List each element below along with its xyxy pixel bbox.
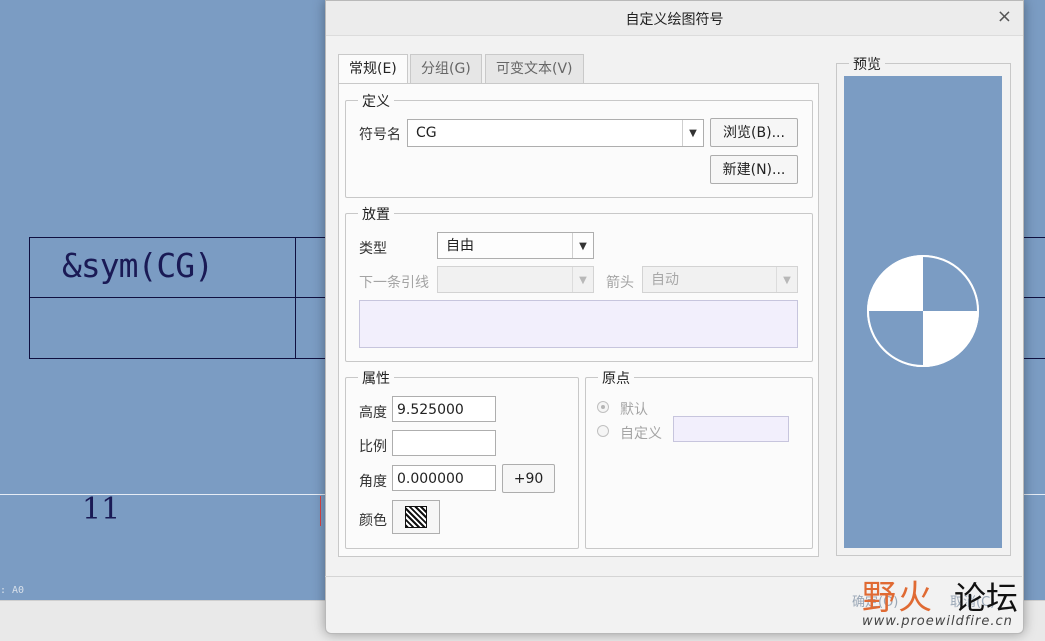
dialog-title: 自定义绘图符号 [625,12,724,28]
scale-input[interactable] [392,430,496,456]
watermark-brand-a: 野火 [862,578,934,618]
symbol-preview [844,76,1002,548]
definition-legend: 定义 [358,91,394,111]
coordinate-readout: : A0 [0,585,25,596]
placement-location-field[interactable] [359,300,798,348]
origin-default-radio[interactable] [597,401,609,413]
watermark-brand-b: 论坛 [954,579,1019,617]
watermark-url: www.proewildfire.cn [862,614,1013,629]
symbol-name-value: CG [416,125,437,141]
height-input[interactable]: 9.525000 [392,396,496,422]
origin-legend: 原点 [598,368,634,388]
new-button[interactable]: 新建(N)... [710,155,798,184]
color-label: 颜色 [359,513,387,529]
origin-default-label: 默认 [620,402,648,418]
origin-custom-field[interactable] [673,416,789,442]
type-select[interactable]: 自由 ▼ [437,232,594,259]
symbol-name-select[interactable]: CG ▼ [407,119,704,147]
cg-symbol-icon [867,255,979,367]
arrow-label: 箭头 [606,275,634,291]
chevron-down-icon[interactable]: ▼ [682,120,703,146]
next-leader-select[interactable]: ▼ [437,266,594,293]
properties-legend: 属性 [358,368,394,388]
arrow-value: 自动 [651,272,679,288]
chevron-down-icon: ▼ [572,267,593,292]
angle-label: 角度 [359,474,387,490]
symbol-name-label: 符号名 [359,127,401,143]
hatch-pattern-icon [405,506,427,528]
angle-input[interactable]: 0.000000 [392,465,496,491]
arrow-select[interactable]: 自动 ▼ [642,266,798,293]
origin-custom-radio[interactable] [597,425,609,437]
symbol-reference-text[interactable]: &sym(CG) [62,246,214,285]
chevron-down-icon: ▼ [776,267,797,292]
row-number-text[interactable]: 11 [82,492,120,527]
forum-watermark: 野火 论坛 www.proewildfire.cn [862,570,1019,629]
chevron-down-icon[interactable]: ▼ [572,233,593,258]
tab-group[interactable]: 分组(G) [410,54,482,84]
type-label: 类型 [359,241,387,257]
close-icon[interactable]: × [997,6,1012,27]
scale-label: 比例 [359,439,387,455]
color-button[interactable] [392,500,440,534]
origin-custom-label: 自定义 [620,426,662,442]
preview-legend: 预览 [849,54,885,74]
height-label: 高度 [359,405,387,421]
dialog-titlebar[interactable]: 自定义绘图符号 × [326,1,1023,36]
placement-legend: 放置 [358,204,394,224]
tab-variable-text[interactable]: 可变文本(V) [485,54,584,84]
next-leader-label: 下一条引线 [359,275,429,291]
type-value: 自由 [446,238,474,254]
tab-general[interactable]: 常规(E) [338,54,408,85]
browse-button[interactable]: 浏览(B)... [710,118,798,147]
cursor-marker [320,496,321,526]
plus-90-button[interactable]: +90 [502,464,555,493]
table-column-divider [295,237,296,358]
